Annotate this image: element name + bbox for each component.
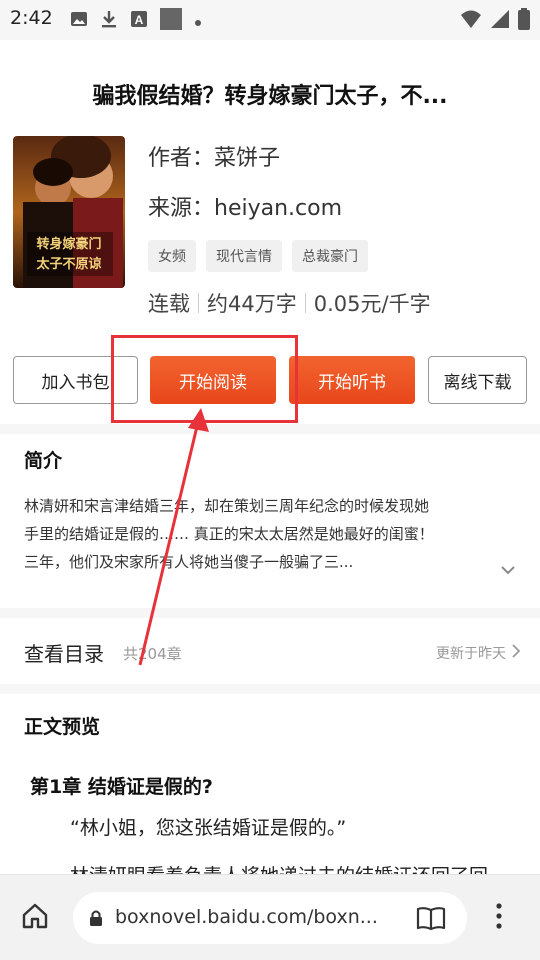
update-text: 更新于昨天 bbox=[436, 646, 506, 662]
book-title: 骗我假结婚？转身嫁豪门太子，不... bbox=[92, 84, 448, 109]
tag-item[interactable]: 现代言情 bbox=[206, 240, 282, 272]
status-notification-icons: A bbox=[70, 8, 202, 34]
page-content: 骗我假结婚？转身嫁豪门太子，不... 转身嫁豪门 太子不原谅 作者：菜饼子 来源… bbox=[0, 40, 540, 874]
intro-heading: 简介 bbox=[24, 450, 63, 472]
chapter-title: 第1章 结婚证是假的? bbox=[30, 776, 213, 798]
battery-icon bbox=[518, 8, 530, 34]
chevron-right-icon bbox=[512, 644, 521, 662]
chapter-count: 共204章 bbox=[123, 645, 182, 663]
more-menu-icon[interactable] bbox=[495, 903, 503, 933]
signal-icon bbox=[490, 9, 510, 33]
book-stats: 连载 约44万字 0.05元/千字 bbox=[148, 288, 431, 318]
image-icon bbox=[70, 10, 88, 32]
book-cover[interactable]: 转身嫁豪门 太子不原谅 bbox=[13, 136, 125, 288]
tag-list: 女频 现代言情 总裁豪门 bbox=[148, 240, 368, 272]
intro-line: 林清妍和宋言津结婚三年，却在策划三周年纪念的时候发现她 bbox=[24, 497, 430, 515]
word-count: 约44万字 bbox=[207, 292, 297, 316]
intro-line: 手里的结婚证是假的…… 真正的宋太太居然是她最好的闺蜜！ bbox=[24, 525, 434, 543]
svg-text:转身嫁豪门: 转身嫁豪门 bbox=[36, 236, 101, 252]
tag-item[interactable]: 总裁豪门 bbox=[292, 240, 368, 272]
toc-label[interactable]: 查看目录 bbox=[24, 638, 104, 667]
intro-text[interactable]: 林清妍和宋言津结婚三年，却在策划三周年纪念的时候发现她 手里的结婚证是假的…… … bbox=[24, 492, 524, 576]
wifi-icon bbox=[460, 9, 482, 33]
serial-status: 连载 bbox=[148, 292, 190, 316]
home-icon[interactable] bbox=[20, 901, 50, 931]
source-line: 来源：heiyan.com bbox=[148, 196, 343, 221]
highlight-box bbox=[111, 335, 298, 423]
start-listening-button[interactable]: 开始听书 bbox=[289, 356, 415, 404]
expand-chevron-icon[interactable] bbox=[500, 560, 516, 579]
url-text: boxnovel.baidu.com/boxn... bbox=[115, 906, 378, 928]
download-icon bbox=[100, 9, 118, 33]
lock-icon bbox=[89, 909, 103, 931]
a-box-icon: A bbox=[130, 10, 148, 32]
svg-text:太子不原谅: 太子不原谅 bbox=[35, 256, 101, 272]
preview-paragraph: 林清妍眼看着负责人将她递过去的结婚证还回了回 bbox=[70, 862, 530, 874]
preview-paragraph: “林小姐，您这张结婚证是假的。” bbox=[70, 817, 347, 839]
author-line: 作者：菜饼子 bbox=[148, 146, 281, 171]
reader-mode-book-icon[interactable] bbox=[416, 905, 446, 935]
update-status[interactable]: 更新于昨天 bbox=[436, 643, 521, 663]
status-bar: 2:42 A bbox=[0, 0, 540, 40]
browser-bottom-bar: boxnovel.baidu.com/boxn... bbox=[0, 874, 540, 960]
status-system-icons bbox=[460, 8, 530, 34]
divider bbox=[198, 293, 199, 313]
intro-line: 三年，他们及宋家所有人将她当傻子一般骗了三... bbox=[24, 553, 354, 571]
tag-item[interactable]: 女频 bbox=[148, 240, 196, 272]
divider bbox=[304, 293, 306, 313]
status-time: 2:42 bbox=[10, 7, 53, 29]
price: 0.05元/千字 bbox=[313, 292, 431, 316]
square-icon bbox=[160, 8, 182, 34]
preview-heading: 正文预览 bbox=[24, 716, 101, 738]
svg-text:A: A bbox=[135, 13, 144, 27]
dot-icon bbox=[194, 12, 202, 31]
address-bar[interactable]: boxnovel.baidu.com/boxn... bbox=[73, 892, 467, 944]
offline-download-button[interactable]: 离线下载 bbox=[428, 356, 527, 404]
